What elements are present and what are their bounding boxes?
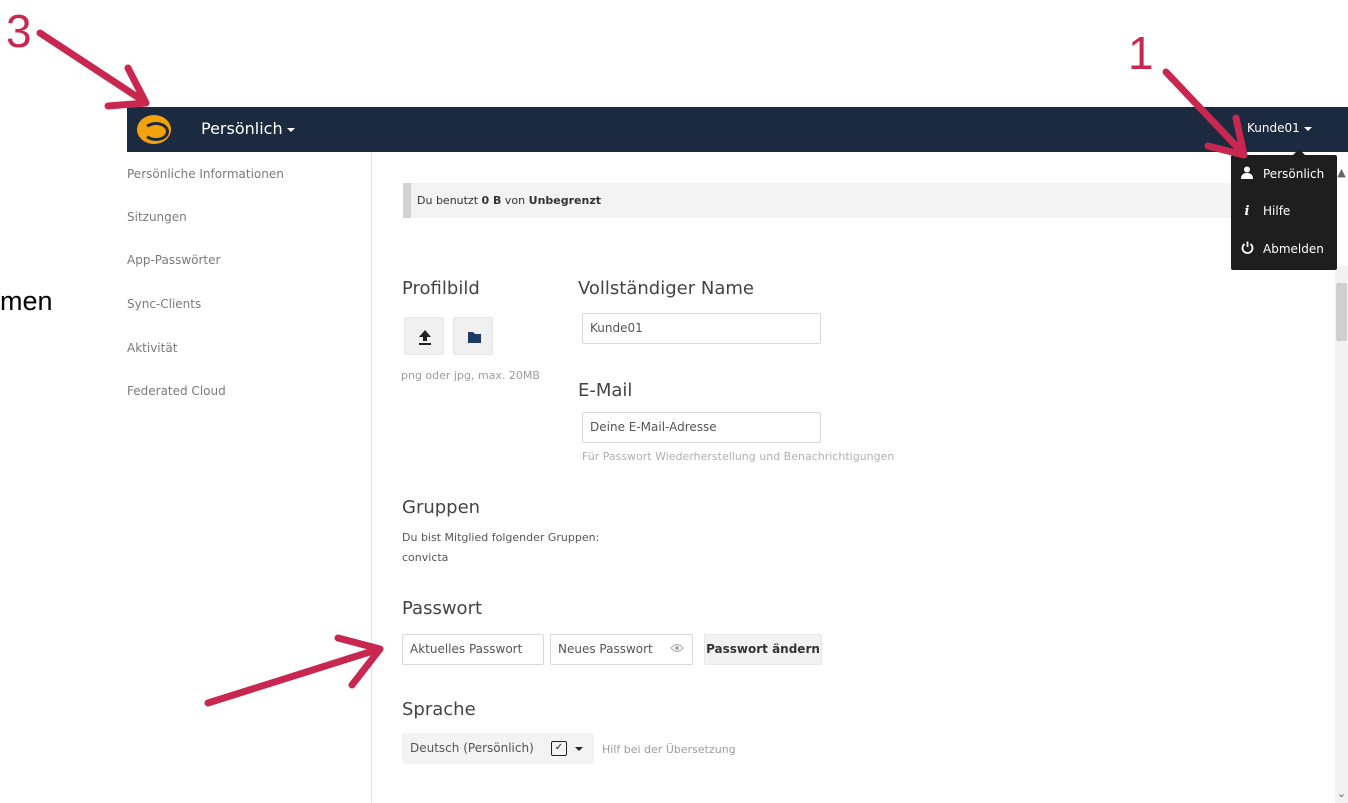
password-title: Passwort bbox=[402, 598, 483, 619]
arrow-3-shaft bbox=[36, 29, 146, 104]
caret-down-icon bbox=[575, 747, 583, 751]
help-translate-link[interactable]: Hilf bei der Übersetzung bbox=[602, 743, 736, 756]
current-password-field[interactable]: Aktuelles Passwort bbox=[402, 634, 544, 665]
upload-avatar-button[interactable] bbox=[404, 317, 444, 355]
annotation-label-1: 1 bbox=[1128, 27, 1154, 79]
folder-icon bbox=[468, 332, 481, 343]
user-dropdown-menu: Persönlich i Hilfe Abmelden bbox=[1231, 149, 1337, 270]
settings-sidebar: Persönliche Informationen Sitzungen App-… bbox=[127, 152, 372, 803]
user-menu-button[interactable]: Kunde01 bbox=[1247, 121, 1312, 135]
sidebar-item-activity[interactable]: Aktivität bbox=[127, 341, 177, 355]
scroll-down-icon[interactable]: ⌄ bbox=[1335, 787, 1348, 801]
info-icon: i bbox=[1244, 203, 1250, 219]
quota-used: 0 B bbox=[481, 194, 502, 207]
checkbox-chevron-icon: ✓ bbox=[551, 741, 567, 756]
sidebar-item-app-passwords[interactable]: App-Passwörter bbox=[127, 253, 220, 267]
quota-total: Unbegrenzt bbox=[528, 194, 601, 207]
sidebar-item-sync-clients[interactable]: Sync-Clients bbox=[127, 297, 201, 311]
screenshot-root: 3 1 2 men Persönlich Kunde01 bbox=[0, 0, 1348, 803]
caret-down-icon bbox=[1303, 126, 1312, 131]
scrollbar[interactable] bbox=[1335, 266, 1348, 803]
app-menu-label: Persönlich bbox=[201, 119, 283, 138]
show-password-icon[interactable] bbox=[670, 635, 684, 664]
caret-down-icon bbox=[286, 127, 295, 132]
dropdown-item-help[interactable]: i Hilfe bbox=[1231, 194, 1337, 228]
sidebar-item-personal-info[interactable]: Persönliche Informationen bbox=[127, 167, 284, 181]
top-header: Persönlich Kunde01 bbox=[127, 107, 1348, 152]
new-password-field[interactable]: Neues Passwort bbox=[550, 634, 693, 665]
dropdown-item-logout[interactable]: Abmelden bbox=[1231, 232, 1337, 266]
language-title: Sprache bbox=[402, 699, 476, 720]
choose-avatar-from-files-button[interactable] bbox=[453, 317, 493, 355]
sidebar-item-federated-cloud[interactable]: Federated Cloud bbox=[127, 384, 226, 398]
annotation-label-3: 3 bbox=[6, 5, 32, 57]
email-title: E-Mail bbox=[578, 380, 633, 401]
language-select[interactable]: Deutsch (Persönlich) ✓ bbox=[402, 733, 594, 764]
email-hint: Für Passwort Wiederherstellung und Benac… bbox=[582, 450, 895, 463]
email-field[interactable]: Deine E-Mail-Adresse bbox=[582, 412, 821, 443]
change-password-button[interactable]: Passwort ändern bbox=[704, 634, 822, 665]
groups-list: convicta bbox=[402, 551, 449, 564]
groups-title: Gruppen bbox=[402, 497, 481, 518]
quota-bar: Du benutzt 0 B von Unbegrenzt bbox=[403, 183, 1241, 218]
groups-intro: Du bist Mitglied folgender Gruppen: bbox=[402, 531, 600, 544]
person-icon bbox=[1231, 166, 1263, 183]
app-logo[interactable] bbox=[137, 115, 171, 144]
full-name-title: Vollständiger Name bbox=[578, 278, 754, 299]
dropdown-item-personal[interactable]: Persönlich bbox=[1231, 157, 1337, 191]
sidebar-item-sessions[interactable]: Sitzungen bbox=[127, 210, 187, 224]
partial-text-fragment: men bbox=[0, 286, 53, 316]
scrollbar-thumb[interactable] bbox=[1336, 283, 1347, 341]
profile-picture-title: Profilbild bbox=[402, 278, 480, 299]
full-name-field[interactable]: Kunde01 bbox=[582, 313, 821, 344]
upload-icon bbox=[419, 330, 431, 345]
power-icon bbox=[1231, 241, 1263, 258]
arrow-3-head bbox=[104, 64, 150, 110]
app-menu-button[interactable]: Persönlich bbox=[201, 119, 295, 138]
avatar-hint: png oder jpg, max. 20MB bbox=[401, 369, 540, 382]
app-window: Persönlich Kunde01 Persönlich i Hilfe Ab… bbox=[127, 107, 1348, 803]
user-menu-label: Kunde01 bbox=[1247, 121, 1300, 135]
